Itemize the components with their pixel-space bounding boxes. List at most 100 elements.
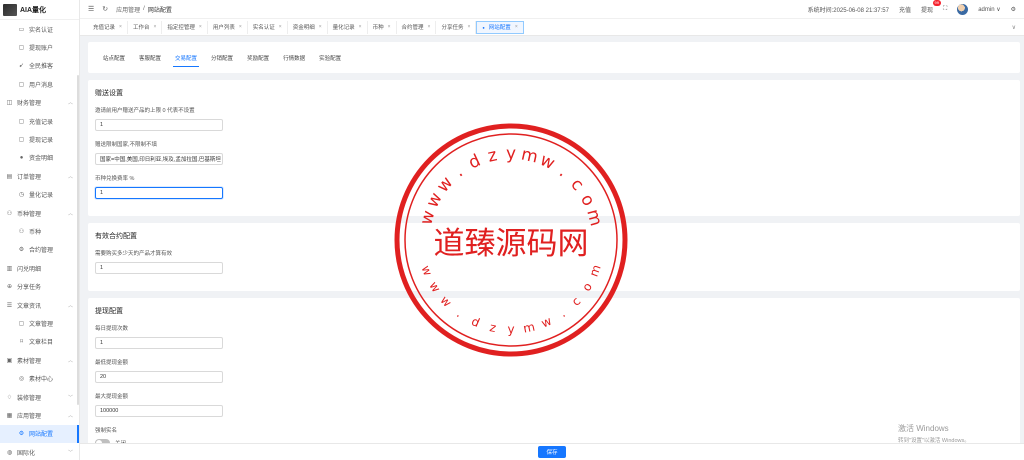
sidebar-item[interactable]: ➹ 全民推客	[0, 57, 79, 75]
sidebar-item[interactable]: ☰ 文章资讯 ︿	[0, 296, 79, 314]
user-menu[interactable]: admin ∨	[978, 6, 1000, 13]
article-icon: ☰	[6, 302, 13, 309]
restricted-country-input[interactable]: 国家=中国,美国,印日利亚,埃及,孟加拉国,巴基斯坦	[95, 153, 223, 165]
tab-item[interactable]: 用户列表 ×	[208, 20, 248, 34]
close-icon[interactable]: ×	[199, 24, 202, 30]
sidebar-item[interactable]: ⌑ 文章栏目	[0, 333, 79, 351]
tab-item[interactable]: 合约管理 ×	[397, 20, 437, 34]
tab-label: 充值记录	[93, 25, 116, 31]
close-icon[interactable]: ×	[467, 24, 470, 30]
sidebar-item[interactable]: ⊕ 分享任务	[0, 277, 79, 295]
sidebar-item-label: 分享任务	[17, 285, 42, 292]
sidebar-item-label: 文章管理	[29, 321, 54, 328]
tab-item[interactable]: 资金明细 ×	[288, 20, 328, 34]
config-tab[interactable]: 分销配置	[204, 42, 240, 73]
close-icon[interactable]: ×	[319, 24, 322, 30]
close-icon[interactable]: ×	[153, 24, 156, 30]
tabs-bar: 充值记录 × 工作台 × 指定控管理 × 用户列表 × 实名认证 × 资金明细 × 量化记录 × 币种 × 合约…	[80, 19, 1024, 36]
sidebar-item-label: 闪兑明细	[17, 266, 42, 273]
sidebar-item-label: 网站配置	[29, 432, 54, 439]
sidebar-item[interactable]: ⚇ 币种管理 ︿	[0, 204, 79, 222]
close-icon[interactable]: ×	[388, 24, 391, 30]
tab-label: 工作台	[132, 25, 150, 31]
refresh-icon[interactable]: ↻	[102, 5, 108, 13]
folder-icon: ▢	[18, 137, 25, 144]
sidebar-item[interactable]: ▥ 闪兑明细	[0, 259, 79, 277]
tab-item[interactable]: 充值记录 ×	[88, 20, 128, 34]
app-logo[interactable]: AIA量化	[0, 0, 79, 20]
close-icon[interactable]: ×	[515, 24, 518, 30]
sidebar-item[interactable]: ▢ 提现账户	[0, 38, 79, 56]
tab-item[interactable]: ● 网站配置 ×	[476, 20, 524, 34]
menu-toggle-icon[interactable]: ☰	[88, 5, 94, 13]
config-tab[interactable]: 客服配置	[132, 42, 168, 73]
daily-withdraw-count-input[interactable]: 1	[95, 337, 223, 349]
gift-limit-input[interactable]: 1	[95, 119, 223, 131]
breadcrumb-item-current: 网站配置	[147, 7, 172, 14]
folder-icon: ▢	[18, 81, 25, 88]
sidebar-item-label: 量化记录	[29, 193, 54, 200]
config-tab[interactable]: 交易配置	[168, 42, 204, 73]
close-icon[interactable]: ×	[119, 24, 122, 30]
config-tab[interactable]: 实验配置	[312, 42, 348, 73]
sidebar-item[interactable]: ⚇ 币种	[0, 222, 79, 240]
sidebar-item-label: 用户消息	[29, 82, 54, 89]
recharge-link[interactable]: 充值	[899, 5, 911, 14]
card-title: 赠送设置	[95, 90, 123, 97]
sidebar-item[interactable]: ▢ 用户消息	[0, 75, 79, 93]
valid-days-input[interactable]: 1	[95, 262, 223, 274]
decor-icon: ♢	[6, 394, 13, 401]
close-icon[interactable]: ×	[428, 24, 431, 30]
activate-subtitle: 转到"设置"以激活 Windows。	[898, 438, 970, 444]
sidebar-item[interactable]: ● 资金明细	[0, 149, 79, 167]
max-withdraw-input[interactable]: 100000	[95, 405, 223, 417]
close-icon[interactable]: ×	[279, 24, 282, 30]
field-label: 强制实名	[95, 428, 118, 434]
tab-item[interactable]: 分享任务 ×	[436, 20, 477, 34]
close-icon[interactable]: ×	[239, 24, 242, 30]
sidebar-item[interactable]: ⚙ 合约管理	[0, 241, 79, 259]
tab-item[interactable]: 工作台 ×	[128, 20, 163, 34]
breadcrumb-item[interactable]: 应用管理	[116, 5, 140, 14]
system-time: 系统时间:2025-06-08 21:37:57	[807, 7, 889, 14]
config-tab[interactable]: 奖励配置	[240, 42, 276, 73]
share-icon: ⊕	[6, 284, 13, 291]
sidebar-item[interactable]: ◍ 国际化 ﹀	[0, 443, 79, 460]
folder-icon: ▢	[18, 118, 25, 125]
sidebar-item-label: 充值记录	[29, 119, 54, 126]
sidebar-item[interactable]: ▤ 订单管理 ︿	[0, 167, 79, 185]
tab-label: 量化记录	[332, 25, 355, 31]
exchange-rate-input[interactable]: 1	[95, 187, 223, 199]
sidebar-item[interactable]: ▦ 应用管理 ︿	[0, 406, 79, 424]
sidebar-item[interactable]: ♢ 装修管理 ﹀	[0, 388, 79, 406]
close-icon[interactable]: ×	[359, 24, 362, 30]
sidebar-item[interactable]: ⚙ 网站配置	[0, 424, 79, 444]
tab-item[interactable]: 实名认证 ×	[248, 20, 288, 34]
min-withdraw-input[interactable]: 20	[95, 371, 223, 383]
sidebar-item[interactable]: ▢ 文章管理	[0, 314, 79, 332]
coin-icon: ⚇	[6, 210, 13, 217]
sidebar-item[interactable]: ▣ 素材管理 ︿	[0, 351, 79, 369]
chevron-down-icon: ﹀	[67, 449, 73, 456]
tab-item[interactable]: 量化记录 ×	[328, 20, 368, 34]
save-button[interactable]: 保存	[538, 446, 566, 458]
sidebar-item[interactable]: ▭ 实名认证	[0, 20, 79, 38]
gear-icon[interactable]: ⚙	[1011, 6, 1016, 13]
avatar[interactable]	[957, 3, 969, 15]
sidebar-item[interactable]: ▢ 充值记录	[0, 112, 79, 130]
fullscreen-icon[interactable]: ⛶	[943, 6, 947, 13]
tab-item[interactable]: 指定控管理 ×	[162, 20, 208, 34]
active-dot-icon: ●	[482, 24, 485, 30]
sidebar-item[interactable]: ◷ 量化记录	[0, 186, 79, 204]
sidebar-item[interactable]: ◎ 素材中心	[0, 369, 79, 387]
clock-icon: ◷	[18, 192, 25, 199]
tab-item[interactable]: 币种 ×	[368, 20, 397, 34]
sidebar-item[interactable]: ◫ 财务管理 ︿	[0, 94, 79, 112]
withdraw-link[interactable]: 提现 99	[921, 0, 941, 14]
sidebar-scrollbar[interactable]	[77, 75, 79, 405]
sidebar-item[interactable]: ▢ 提现记录	[0, 130, 79, 148]
chevron-up-icon: ︿	[67, 302, 73, 309]
tabs-dropdown-icon[interactable]: ∨	[1012, 24, 1016, 31]
config-tab[interactable]: 站点配置	[96, 42, 132, 73]
config-tab[interactable]: 行情数据	[276, 42, 312, 73]
